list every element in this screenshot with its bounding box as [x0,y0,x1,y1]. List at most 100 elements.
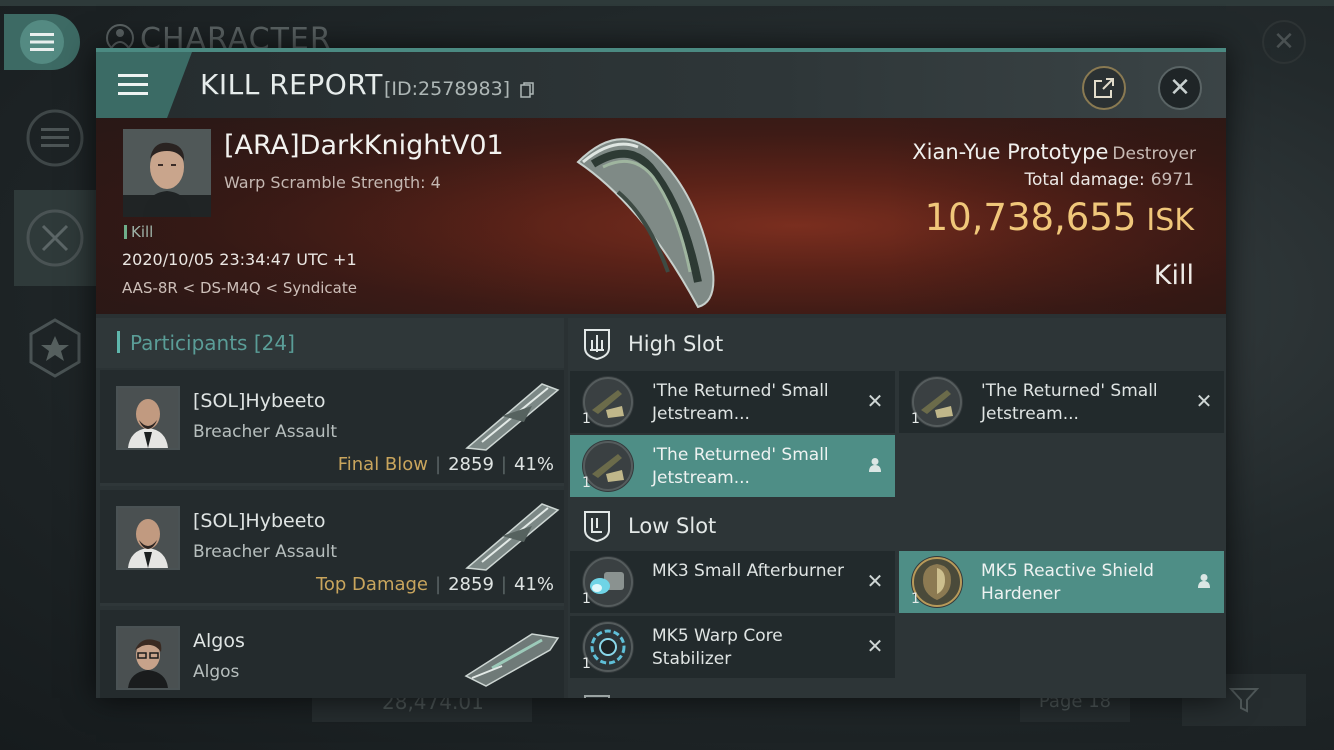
participant-stats: Top Damage | 2859 | 41% [316,574,554,595]
next-slot-header [568,684,1226,698]
top-bar [0,0,1334,6]
kill-tag-marker [124,225,127,239]
close-icon: ✕ [1169,73,1191,103]
module-item[interactable]: 1 'The Returned' Small Jetstream... ✕ [899,371,1224,433]
total-damage: Total damage: 6971 [1024,170,1194,190]
destroyed-icon: ✕ [1195,389,1213,413]
module-name: MK5 Warp Core Stabilizer [652,626,783,669]
participants-header: Participants [24] [96,318,564,368]
victim-portrait[interactable] [123,129,211,217]
destroyed-icon: ✕ [866,569,884,593]
module-item[interactable]: 1 MK5 Warp Core Stabilizer ✕ [570,616,895,678]
total-damage-value: 6971 [1150,170,1194,190]
victim-ship-class: Destroyer [1112,144,1196,164]
stats-separator: | [500,574,507,595]
victim-banner: [ARA]DarkKnightV01 Warp Scramble Strengt… [96,118,1226,314]
module-count: 1 [911,591,920,607]
kill-timestamp: 2020/10/05 23:34:47 UTC +1 [122,250,357,269]
menu-icon [118,74,148,95]
module-name: 'The Returned' Small Jetstream... [981,381,1158,424]
participant-name: [SOL]Hybeeto [193,510,326,532]
module-name: 'The Returned' Small Jetstream... [652,381,829,424]
participant-damage: 2859 [448,574,494,595]
modal-header: KILL REPORT [ID:2578983] ✕ [96,48,1226,118]
background-close-button[interactable]: ✕ [1262,20,1306,64]
share-button[interactable] [1082,66,1126,110]
participant-role: Top Damage [315,574,429,595]
participant-avatar [116,386,180,450]
kill-tag-text: Kill [131,223,154,241]
participant-percent: 41% [513,454,554,475]
participant-row[interactable]: [SOL]Hybeeto Breacher Assault Top Damage… [100,490,564,606]
filter-icon [1229,688,1259,713]
participant-ship-image [465,503,560,571]
sidebar-item-medals[interactable] [14,300,96,396]
pilot-portrait-image [123,129,211,217]
copy-id-icon[interactable] [520,82,534,98]
isk-unit: ISK [1146,203,1194,238]
module-name: 'The Returned' Small Jetstream... [652,445,829,488]
module-item[interactable]: 1 'The Returned' Small Jetstream... [570,435,895,497]
participant-damage: 2859 [448,454,494,475]
background-sidebar [14,90,96,410]
module-count: 1 [582,591,591,607]
participant-ship: Breacher Assault [193,422,338,442]
star-hexagon-icon [29,318,81,378]
victim-scramble-strength: Warp Scramble Strength: 4 [224,173,441,192]
participant-name: [SOL]Hybeeto [193,390,326,412]
participant-row[interactable]: [SOL]Hybeeto Breacher Assault Final Blow… [100,370,564,486]
module-item[interactable]: 1 MK3 Small Afterburner ✕ [570,551,895,613]
modal-title: KILL REPORT [200,68,383,101]
participant-stats: Final Blow | 2859 | 41% [338,454,554,475]
kill-location[interactable]: AAS-8R < DS-M4Q < Syndicate [122,279,357,297]
close-icon: ✕ [1273,27,1295,57]
module-count: 1 [582,411,591,427]
module-name: MK3 Small Afterburner [652,561,844,581]
slot-icon [584,695,610,698]
high-slot-header: High Slot [568,318,1226,374]
destroyed-icon: ✕ [866,389,884,413]
share-icon [1094,78,1114,98]
sidebar-item-list[interactable] [14,90,96,186]
module-name: MK5 Reactive Shield Hardener [981,561,1154,604]
modal-close-button[interactable]: ✕ [1158,66,1202,110]
participant-name: Algos [193,630,245,652]
destroyed-icon: ✕ [866,634,884,658]
stats-separator: | [500,454,507,475]
main-menu-button[interactable] [4,14,80,70]
participant-row[interactable]: Algos Algos [100,610,564,698]
participant-avatar [116,506,180,570]
participants-title: Participants [24] [130,331,295,355]
list-icon [26,109,84,167]
menu-icon [20,20,64,64]
module-count: 1 [582,475,591,491]
victim-ship[interactable]: Xian-Yue Prototype Destroyer [912,140,1196,164]
low-slot-icon [584,511,610,542]
participant-percent: 41% [513,574,554,595]
module-item[interactable]: 1 'The Returned' Small Jetstream... ✕ [570,371,895,433]
sidebar-item-killmails[interactable] [14,190,96,286]
participants-panel: Participants [24] [SOL]Hybeeto Breacher … [96,318,564,698]
participant-ship: Breacher Assault [193,542,338,562]
victim-ship-name: Xian-Yue Prototype [912,140,1109,164]
victim-ship-image[interactable] [558,122,758,312]
dropped-person-icon [865,455,885,475]
module-count: 1 [911,411,920,427]
low-slot-header: Low Slot [568,500,1226,556]
participant-ship-image [465,383,560,451]
isk-value: 10,738,655 ISK [925,196,1194,239]
app-root: CHARACTER ✕ 28,474.01 Page 18 KILL REPOR… [0,0,1334,750]
kill-result: Kill [1153,260,1194,291]
kill-id: [ID:2578983] [384,78,511,100]
stats-separator: | [435,574,442,595]
participant-ship-image [464,633,560,687]
stats-separator: | [435,454,442,475]
module-item[interactable]: 1 MK5 Reactive Shield Hardener [899,551,1224,613]
high-slot-label: High Slot [628,332,724,356]
modal-menu-button[interactable] [96,52,192,118]
module-count: 1 [582,656,591,672]
fitting-panel: High Slot 1 'The Returned' Small Jetstre… [568,318,1226,698]
participant-avatar [116,626,180,690]
crossed-swords-icon [26,209,84,267]
victim-name[interactable]: [ARA]DarkKnightV01 [224,130,504,161]
